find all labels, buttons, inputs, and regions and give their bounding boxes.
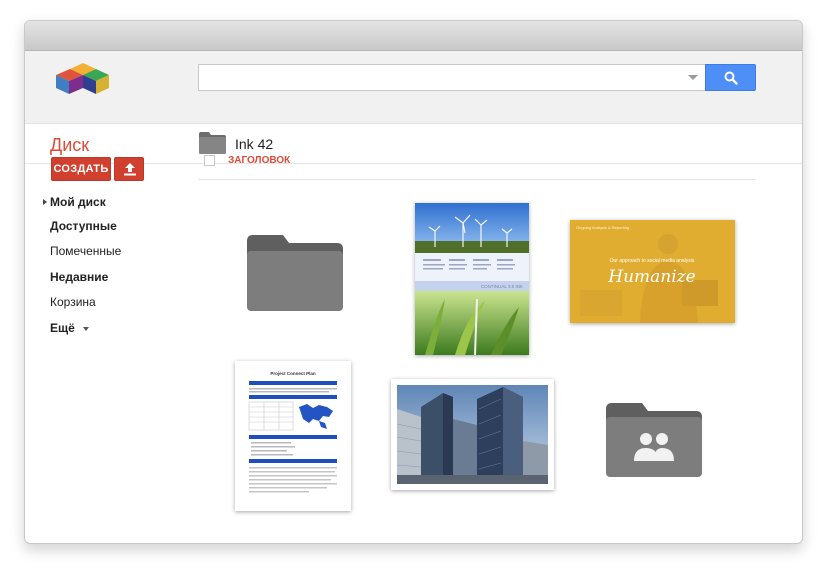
sidebar-item-more[interactable]: Ещё bbox=[50, 321, 90, 335]
search-button[interactable] bbox=[705, 64, 756, 91]
sidebar-item-label: Доступные bbox=[50, 219, 117, 233]
search-input[interactable] bbox=[198, 64, 706, 91]
shared-folder-item[interactable] bbox=[606, 403, 702, 477]
preview-tag: Ongoing Analysis & Reporting bbox=[576, 225, 629, 230]
document-preview: CONTINUAL 3.0 INK bbox=[415, 203, 529, 356]
document-thumbnail[interactable]: Project Connect Plan bbox=[235, 361, 351, 511]
sidebar-item-shared[interactable]: Доступные bbox=[50, 219, 117, 233]
image-thumbnail[interactable] bbox=[391, 379, 554, 490]
preview-title: Project Connect Plan bbox=[270, 371, 316, 376]
browser-window: Диск Ink 42 СОЗДАТЬ Мой диск Доступные П… bbox=[24, 20, 803, 544]
upload-button[interactable] bbox=[114, 157, 144, 181]
sidebar-item-label: Мой диск bbox=[50, 195, 106, 209]
select-all-checkbox[interactable] bbox=[204, 155, 215, 166]
create-button[interactable]: СОЗДАТЬ bbox=[51, 157, 111, 181]
image-preview bbox=[396, 385, 548, 484]
current-folder-title: Ink 42 bbox=[235, 136, 274, 152]
upload-icon bbox=[124, 163, 136, 176]
sidebar-item-my-drive[interactable]: Мой диск bbox=[43, 195, 106, 209]
expand-arrow-icon[interactable] bbox=[43, 199, 47, 205]
preview-caption: CONTINUAL 3.0 INK bbox=[481, 284, 523, 289]
chevron-down-icon bbox=[83, 326, 90, 331]
folder-icon bbox=[199, 132, 226, 154]
window-titlebar[interactable] bbox=[25, 21, 802, 51]
presentation-preview: Ongoing Analysis & Reporting Our approac… bbox=[570, 220, 735, 323]
sidebar-item-label: Корзина bbox=[50, 295, 96, 309]
document-thumbnail[interactable]: CONTINUAL 3.0 INK bbox=[415, 203, 529, 356]
top-bar bbox=[25, 51, 802, 124]
sidebar-item-label: Помеченные bbox=[50, 244, 122, 258]
sidebar-item-label: Ещё bbox=[50, 321, 75, 335]
app-title[interactable]: Диск bbox=[50, 135, 89, 156]
presentation-thumbnail[interactable]: Ongoing Analysis & Reporting Our approac… bbox=[570, 220, 735, 323]
sidebar-item-label: Недавние bbox=[50, 270, 109, 284]
sidebar-item-recent[interactable]: Недавние bbox=[50, 270, 108, 284]
search-icon bbox=[724, 71, 738, 85]
sidebar-item-trash[interactable]: Корзина bbox=[50, 295, 96, 309]
document-preview: Project Connect Plan bbox=[235, 361, 351, 511]
preview-title: Humanize bbox=[607, 267, 695, 287]
header-divider bbox=[198, 179, 756, 180]
drive-logo[interactable] bbox=[52, 61, 114, 97]
folder-item[interactable] bbox=[247, 235, 343, 311]
sidebar-item-starred[interactable]: Помеченные bbox=[50, 244, 121, 258]
column-header-title[interactable]: ЗАГОЛОВОК bbox=[228, 155, 290, 166]
preview-subtitle: Our approach to social media analysis bbox=[610, 258, 695, 264]
search-options-dropdown[interactable] bbox=[688, 75, 698, 80]
